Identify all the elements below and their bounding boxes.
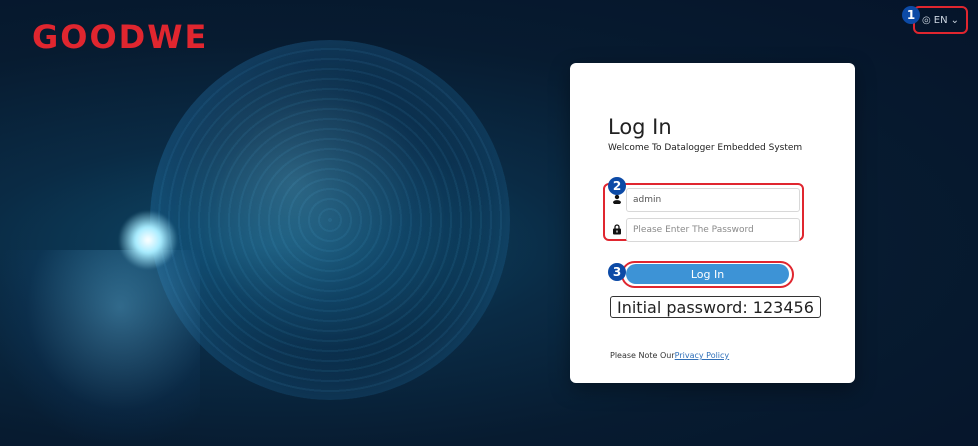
privacy-prefix: Please Note Our <box>610 351 675 360</box>
chevron-down-icon: ⌄ <box>950 14 959 26</box>
user-icon <box>612 194 622 204</box>
step-badge-1: 1 <box>902 6 920 24</box>
language-selector[interactable]: ◎ EN ⌄ <box>913 6 968 34</box>
background-light-flare <box>118 210 178 270</box>
privacy-notice: Please Note OurPrivacy Policy <box>610 351 729 360</box>
login-button[interactable]: Log In <box>626 264 789 284</box>
login-subtitle: Welcome To Datalogger Embedded System <box>608 143 803 153</box>
initial-password-note: Initial password: 123456 <box>610 296 821 318</box>
lock-icon <box>612 223 622 234</box>
username-input[interactable]: admin <box>626 188 800 212</box>
goodwe-logo: GOODWE <box>32 18 209 56</box>
background-hand <box>0 250 200 440</box>
language-label: EN <box>933 14 948 26</box>
background-globe <box>150 40 510 400</box>
step-badge-3: 3 <box>608 263 626 281</box>
login-card: Log In Welcome To Datalogger Embedded Sy… <box>570 63 855 383</box>
login-title: Log In <box>608 115 672 139</box>
password-input[interactable]: Please Enter The Password <box>626 218 800 242</box>
globe-icon: ◎ <box>922 14 931 26</box>
step-badge-2: 2 <box>608 177 626 195</box>
privacy-policy-link[interactable]: Privacy Policy <box>675 351 730 360</box>
